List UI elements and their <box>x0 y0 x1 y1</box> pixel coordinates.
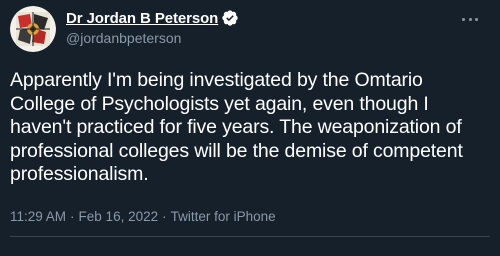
tweet-text: Apparently I'm being investigated by the… <box>10 69 463 185</box>
meta-separator: · <box>162 208 167 224</box>
tweet-header: Dr Jordan B Peterson @jordanbpeterson <box>10 6 490 62</box>
more-dot <box>475 17 478 21</box>
user-handle[interactable]: @jordanbpeterson <box>66 30 239 46</box>
tweet-source[interactable]: Twitter for iPhone <box>171 209 276 224</box>
user-names: Dr Jordan B Peterson @jordanbpeterson <box>66 9 239 46</box>
more-dot <box>468 17 472 21</box>
meta-separator: · <box>70 208 75 224</box>
tweet-time[interactable]: 11:29 AM <box>10 209 66 224</box>
tweet-card: Dr Jordan B Peterson @jordanbpeterson Ap… <box>0 0 500 256</box>
verified-badge-icon <box>221 9 239 27</box>
more-options-icon[interactable] <box>462 12 478 26</box>
tweet-date[interactable]: Feb 16, 2022 <box>79 209 159 224</box>
tweet-meta: 11:29 AM · Feb 16, 2022 · Twitter for iP… <box>10 209 490 224</box>
avatar[interactable] <box>10 6 56 52</box>
display-name[interactable]: Dr Jordan B Peterson <box>66 10 218 27</box>
avatar-image <box>10 6 56 52</box>
divider <box>10 236 490 237</box>
more-dot <box>462 17 465 21</box>
name-row: Dr Jordan B Peterson <box>66 9 239 27</box>
